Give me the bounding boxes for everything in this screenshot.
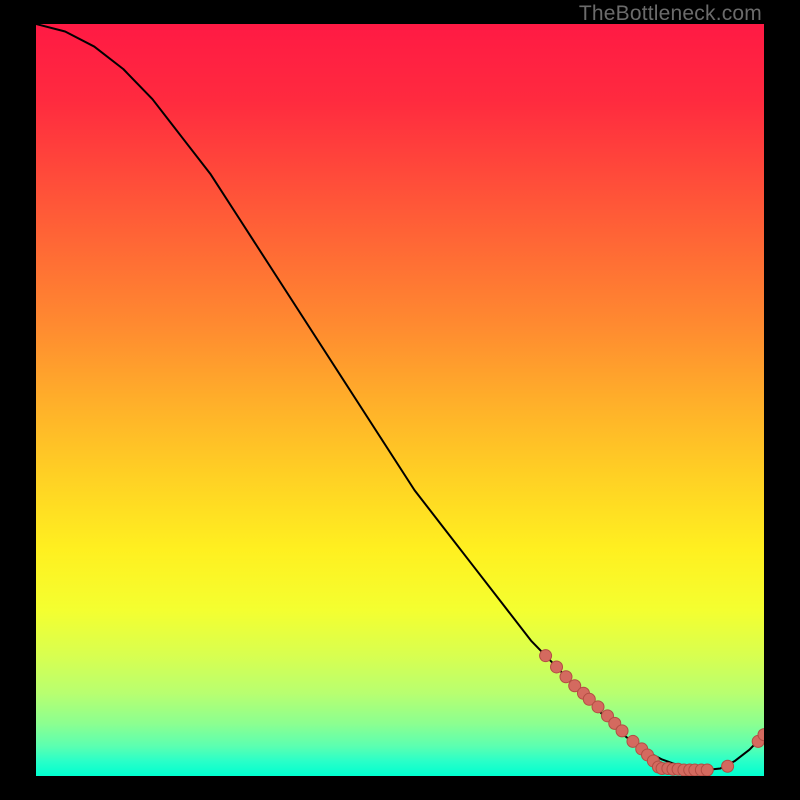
plot-area	[36, 24, 764, 776]
data-marker	[540, 650, 552, 662]
data-marker	[616, 725, 628, 737]
data-marker	[560, 671, 572, 683]
data-markers	[540, 650, 764, 776]
data-marker	[592, 701, 604, 713]
chart-frame: TheBottleneck.com	[0, 0, 800, 800]
data-marker	[722, 760, 734, 772]
data-marker	[551, 661, 563, 673]
curve-overlay	[36, 24, 764, 776]
attribution-text: TheBottleneck.com	[579, 2, 762, 26]
data-marker	[701, 764, 713, 776]
bottleneck-curve	[36, 24, 764, 770]
